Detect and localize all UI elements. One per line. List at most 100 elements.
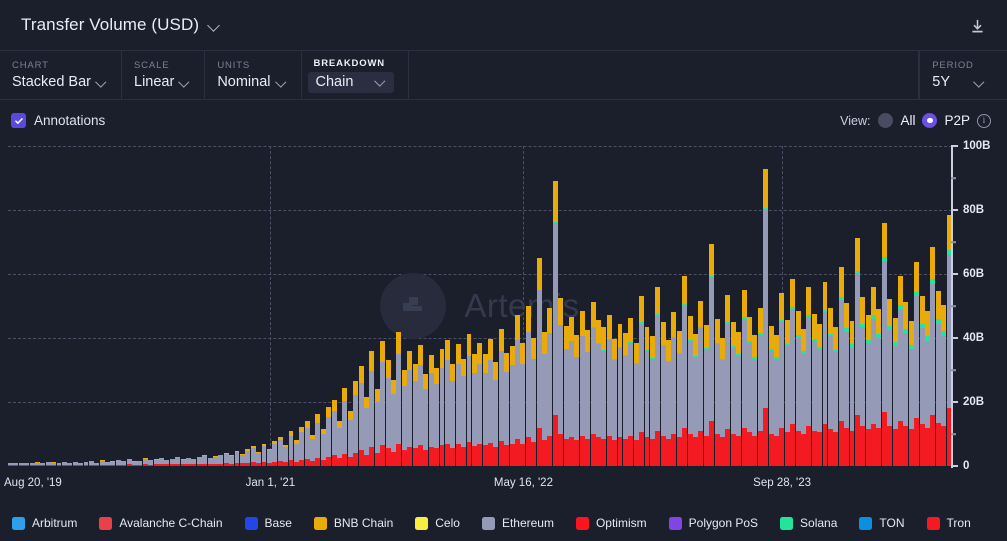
bar[interactable] xyxy=(849,320,855,466)
bar[interactable] xyxy=(617,323,623,466)
bar[interactable] xyxy=(45,462,51,466)
bar[interactable] xyxy=(396,331,402,466)
bar[interactable] xyxy=(331,399,337,466)
bar[interactable] xyxy=(148,460,154,466)
bar[interactable] xyxy=(941,305,947,466)
bar[interactable] xyxy=(417,345,423,466)
bar[interactable] xyxy=(693,333,698,466)
bar[interactable] xyxy=(315,414,321,466)
bar[interactable] xyxy=(353,380,359,466)
bar[interactable] xyxy=(725,295,731,466)
legend-item[interactable]: Base xyxy=(244,516,292,530)
bar[interactable] xyxy=(234,450,240,466)
bar[interactable] xyxy=(180,459,186,466)
bar[interactable] xyxy=(547,308,553,466)
bar[interactable] xyxy=(13,462,19,466)
bar[interactable] xyxy=(827,308,833,466)
bar[interactable] xyxy=(380,341,386,466)
bar[interactable] xyxy=(40,462,46,466)
radio-all[interactable] xyxy=(878,113,894,128)
bar[interactable] xyxy=(930,247,936,466)
bar[interactable] xyxy=(908,320,914,466)
bar[interactable] xyxy=(412,363,418,466)
bar[interactable] xyxy=(790,278,796,466)
bar[interactable] xyxy=(493,362,499,466)
bar[interactable] xyxy=(196,456,202,466)
bar[interactable] xyxy=(358,366,364,466)
bar[interactable] xyxy=(83,461,89,466)
bar[interactable] xyxy=(844,302,850,466)
bar[interactable] xyxy=(763,169,769,466)
bar[interactable] xyxy=(876,308,882,466)
bar[interactable] xyxy=(854,238,860,466)
legend-item[interactable]: BNB Chain xyxy=(313,516,393,530)
bar[interactable] xyxy=(159,457,164,466)
bar[interactable] xyxy=(482,354,488,466)
bar[interactable] xyxy=(660,321,666,466)
control-breakdown[interactable]: BREAKDOWN Chain xyxy=(302,51,410,99)
bar[interactable] xyxy=(24,462,30,466)
bar[interactable] xyxy=(515,315,520,466)
bar[interactable] xyxy=(666,339,672,466)
bar[interactable] xyxy=(542,332,547,466)
bar[interactable] xyxy=(164,459,170,466)
bar[interactable] xyxy=(747,316,752,466)
bar[interactable] xyxy=(768,325,774,466)
bar[interactable] xyxy=(245,449,251,466)
bar[interactable] xyxy=(169,458,175,466)
bar[interactable] xyxy=(649,336,655,466)
bar[interactable] xyxy=(903,302,909,466)
bar[interactable] xyxy=(595,320,601,466)
legend-item[interactable]: Solana xyxy=(780,516,837,530)
bar[interactable] xyxy=(326,407,332,466)
bar[interactable] xyxy=(817,323,823,466)
bar[interactable] xyxy=(887,299,893,466)
bar[interactable] xyxy=(191,458,197,466)
bar[interactable] xyxy=(132,461,137,466)
bar[interactable] xyxy=(682,275,688,466)
bar[interactable] xyxy=(428,354,434,466)
control-chart-type[interactable]: CHART Stacked Bar xyxy=(0,51,122,99)
bar[interactable] xyxy=(757,307,763,466)
control-units[interactable]: UNITS Nominal xyxy=(205,51,302,99)
bar[interactable] xyxy=(703,324,709,466)
bar[interactable] xyxy=(773,334,779,466)
bar[interactable] xyxy=(606,314,612,466)
bar[interactable] xyxy=(569,317,574,466)
legend-item[interactable]: Optimism xyxy=(575,516,647,530)
bar[interactable] xyxy=(709,243,715,466)
bar[interactable] xyxy=(207,457,213,466)
bar[interactable] xyxy=(56,462,62,466)
bar[interactable] xyxy=(266,448,272,466)
bar[interactable] xyxy=(51,462,57,466)
bar[interactable] xyxy=(622,333,628,466)
bar[interactable] xyxy=(531,338,537,466)
bar[interactable] xyxy=(730,322,736,466)
bar[interactable] xyxy=(364,396,369,466)
bar[interactable] xyxy=(250,446,256,466)
plot-area[interactable]: Artemis xyxy=(8,146,952,466)
control-period[interactable]: PERIOD 5Y xyxy=(919,51,1007,99)
bar[interactable] xyxy=(800,329,806,466)
bar[interactable] xyxy=(720,337,725,466)
legend-item[interactable]: Avalanche C-Chain xyxy=(99,516,223,530)
bar[interactable] xyxy=(520,343,526,466)
bar[interactable] xyxy=(126,458,132,466)
bar[interactable] xyxy=(784,320,790,466)
bar[interactable] xyxy=(736,331,742,466)
bar[interactable] xyxy=(390,379,396,466)
bar[interactable] xyxy=(871,287,877,466)
bar[interactable] xyxy=(498,329,504,466)
bar[interactable] xyxy=(223,452,229,466)
radio-p2p[interactable] xyxy=(922,113,938,128)
radio-all-label[interactable]: All xyxy=(900,113,915,128)
bar[interactable] xyxy=(898,275,903,466)
bar[interactable] xyxy=(488,339,494,466)
bar[interactable] xyxy=(142,458,148,466)
bar[interactable] xyxy=(833,326,839,466)
bar[interactable] xyxy=(304,421,310,466)
metric-selector[interactable]: Transfer Volume (USD) xyxy=(21,15,221,35)
bar[interactable] xyxy=(369,351,375,466)
bar[interactable] xyxy=(639,295,645,466)
bar[interactable] xyxy=(471,354,477,466)
